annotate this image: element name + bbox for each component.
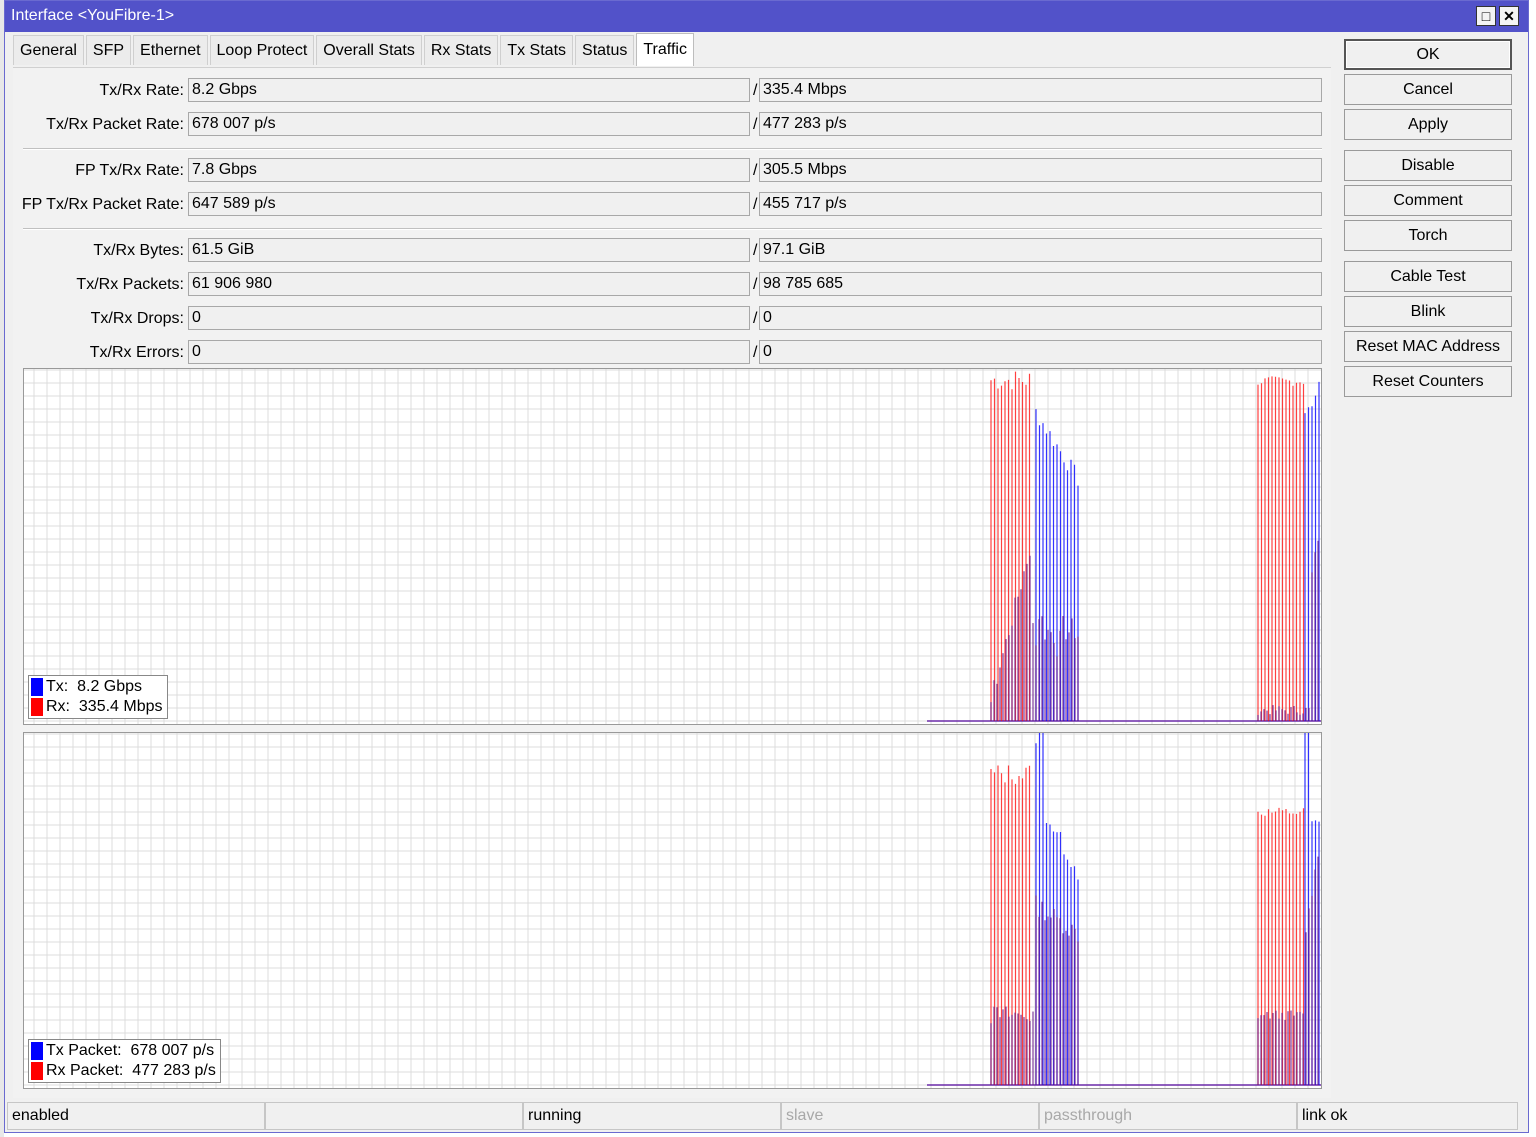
- tx-rate-field[interactable]: 8.2 Gbps: [188, 78, 750, 102]
- interface-window: Interface <YouFibre-1> □ ✕ General SFP E…: [4, 0, 1529, 1133]
- cancel-button[interactable]: Cancel: [1344, 74, 1512, 105]
- window-title: Interface <YouFibre-1>: [11, 7, 175, 24]
- fp-tx-rx-rate-label: FP Tx/Rx Rate:: [75, 162, 184, 179]
- status-bar: enabled running slave passthrough link o…: [5, 1102, 1528, 1130]
- separator-slash: /: [753, 162, 758, 179]
- status-link: link ok: [1297, 1102, 1518, 1130]
- rx-packet-rate-field[interactable]: 477 283 p/s: [759, 112, 1322, 136]
- tx-rx-packet-rate-label: Tx/Rx Packet Rate:: [46, 116, 184, 133]
- ok-button[interactable]: OK: [1344, 39, 1512, 70]
- tab-loop-protect[interactable]: Loop Protect: [209, 35, 315, 65]
- close-icon[interactable]: ✕: [1499, 6, 1519, 26]
- legend-rx-text: Rx: 335.4 Mbps: [46, 698, 163, 715]
- tx-packets-field[interactable]: 61 906 980: [188, 272, 750, 296]
- tab-overall-stats[interactable]: Overall Stats: [316, 35, 422, 65]
- tx-rx-drops-label: Tx/Rx Drops:: [90, 310, 184, 327]
- divider: [23, 148, 1322, 150]
- status-passthrough: passthrough: [1039, 1102, 1297, 1130]
- reset-counters-button[interactable]: Reset Counters: [1344, 366, 1512, 397]
- tab-status[interactable]: Status: [575, 35, 635, 65]
- tx-bytes-field[interactable]: 61.5 GiB: [188, 238, 750, 262]
- tx-errors-field[interactable]: 0: [188, 340, 750, 364]
- separator-slash: /: [753, 82, 758, 99]
- rx-bytes-field[interactable]: 97.1 GiB: [759, 238, 1322, 262]
- status-slave: slave: [781, 1102, 1039, 1130]
- tx-rx-bytes-label: Tx/Rx Bytes:: [93, 242, 184, 259]
- legend-rx-packet: Rx Packet: 477 283 p/s: [31, 1061, 216, 1081]
- tab-ethernet[interactable]: Ethernet: [133, 35, 208, 65]
- separator-slash: /: [753, 116, 758, 133]
- tab-bar: General SFP Ethernet Loop Protect Overal…: [13, 33, 696, 67]
- rx-packets-field[interactable]: 98 785 685: [759, 272, 1322, 296]
- tab-tx-stats[interactable]: Tx Stats: [500, 35, 574, 65]
- legend-tx-packet-text: Tx Packet: 678 007 p/s: [46, 1042, 215, 1059]
- packet-graph: Tx Packet: 678 007 p/s Rx Packet: 477 28…: [23, 732, 1322, 1089]
- divider: [23, 228, 1322, 230]
- tab-rx-stats[interactable]: Rx Stats: [423, 35, 499, 65]
- tx-color-swatch: [31, 678, 43, 696]
- rate-legend: Tx: 8.2 Gbps Rx: 335.4 Mbps: [28, 675, 168, 719]
- status-empty: [265, 1102, 523, 1130]
- reset-mac-address-button[interactable]: Reset MAC Address: [1344, 331, 1512, 362]
- maximize-icon[interactable]: □: [1476, 6, 1496, 26]
- tx-color-swatch: [31, 1042, 43, 1060]
- tx-packet-rate-field[interactable]: 678 007 p/s: [188, 112, 750, 136]
- separator-slash: /: [753, 276, 758, 293]
- tx-drops-field[interactable]: 0: [188, 306, 750, 330]
- legend-tx: Tx: 8.2 Gbps: [31, 677, 163, 697]
- comment-button[interactable]: Comment: [1344, 185, 1512, 216]
- rx-color-swatch: [31, 698, 43, 716]
- rx-rate-field[interactable]: 335.4 Mbps: [759, 78, 1322, 102]
- fp-tx-rx-packet-rate-label: FP Tx/Rx Packet Rate:: [21, 196, 184, 213]
- status-enabled: enabled: [7, 1102, 265, 1130]
- fp-rx-rate-field[interactable]: 305.5 Mbps: [759, 158, 1322, 182]
- blink-button[interactable]: Blink: [1344, 296, 1512, 327]
- packet-legend: Tx Packet: 678 007 p/s Rx Packet: 477 28…: [28, 1039, 221, 1083]
- legend-rx-packet-text: Rx Packet: 477 283 p/s: [46, 1062, 216, 1079]
- rate-graph-canvas: [24, 369, 1321, 724]
- separator-slash: /: [753, 344, 758, 361]
- legend-tx-text: Tx: 8.2 Gbps: [46, 678, 143, 695]
- rate-graph: Tx: 8.2 Gbps Rx: 335.4 Mbps: [23, 368, 1322, 725]
- legend-tx-packet: Tx Packet: 678 007 p/s: [31, 1041, 216, 1061]
- fp-rx-packet-rate-field[interactable]: 455 717 p/s: [759, 192, 1322, 216]
- tab-general[interactable]: General: [13, 35, 84, 65]
- tab-traffic[interactable]: Traffic: [636, 33, 694, 66]
- tx-rx-errors-label: Tx/Rx Errors:: [89, 344, 184, 361]
- rx-color-swatch: [31, 1062, 43, 1080]
- legend-rx: Rx: 335.4 Mbps: [31, 697, 163, 717]
- separator-slash: /: [753, 196, 758, 213]
- title-bar[interactable]: Interface <YouFibre-1> □ ✕: [5, 1, 1528, 32]
- apply-button[interactable]: Apply: [1344, 109, 1512, 140]
- separator-slash: /: [753, 242, 758, 259]
- rx-drops-field[interactable]: 0: [759, 306, 1322, 330]
- traffic-panel: Tx/Rx Rate: 8.2 Gbps / 335.4 Mbps Tx/Rx …: [13, 67, 1331, 1098]
- fp-tx-rate-field[interactable]: 7.8 Gbps: [188, 158, 750, 182]
- tx-rx-rate-label: Tx/Rx Rate:: [99, 82, 184, 99]
- disable-button[interactable]: Disable: [1344, 150, 1512, 181]
- status-running: running: [523, 1102, 781, 1130]
- tx-rx-packets-label: Tx/Rx Packets:: [76, 276, 184, 293]
- tab-sfp[interactable]: SFP: [85, 35, 132, 65]
- torch-button[interactable]: Torch: [1344, 220, 1512, 251]
- fp-tx-packet-rate-field[interactable]: 647 589 p/s: [188, 192, 750, 216]
- rx-errors-field[interactable]: 0: [759, 340, 1322, 364]
- packet-graph-canvas: [24, 733, 1321, 1088]
- cable-test-button[interactable]: Cable Test: [1344, 261, 1512, 292]
- separator-slash: /: [753, 310, 758, 327]
